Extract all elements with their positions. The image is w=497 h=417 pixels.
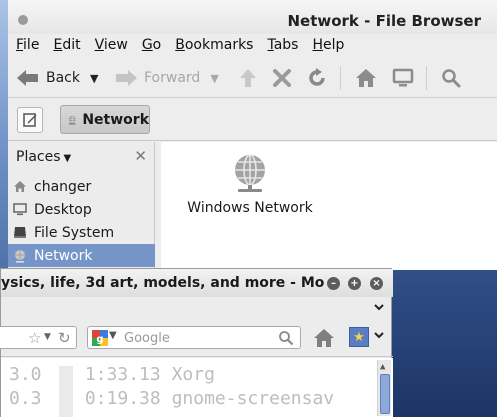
- bookmark-star-icon[interactable]: ☆: [28, 329, 41, 347]
- menubar: File Edit View Go Bookmarks Tabs Help: [8, 34, 497, 56]
- computer-icon[interactable]: [391, 66, 415, 90]
- sidebar-item-home[interactable]: changer: [8, 175, 155, 198]
- search-bar: g ▼: [87, 326, 301, 349]
- breadcrumb-network[interactable]: Network: [60, 105, 150, 134]
- google-icon[interactable]: g: [92, 330, 108, 346]
- file-browser-titlebar[interactable]: Network - File Browser: [8, 0, 497, 34]
- menu-help[interactable]: Help: [312, 37, 344, 53]
- sidebar-item-label: File System: [34, 224, 115, 241]
- menu-edit[interactable]: Edit: [53, 37, 80, 53]
- sidebar-header: Places ▼ ✕: [8, 142, 155, 170]
- navigation-toolbar: ☆ ▼ ↻ g ▼ ★: [0, 319, 393, 357]
- desktop-icon: [12, 202, 28, 218]
- terminal-output: 3.0 1:33.13 Xorg 0.3 0:19.38 gnome-scree…: [1, 358, 393, 417]
- network-icon: [12, 248, 28, 264]
- back-button[interactable]: Back ▼: [16, 66, 98, 90]
- process-row: 3.0 1:33.13 Xorg: [9, 364, 215, 385]
- home-icon: [12, 179, 28, 195]
- pencil-icon: [23, 113, 37, 127]
- places-dropdown[interactable]: Places ▼: [16, 149, 71, 165]
- sidebar: Places ▼ ✕ changer Desktop File System N…: [8, 142, 155, 270]
- sidebar-item-label: Network: [34, 247, 93, 264]
- location-bar: Network: [8, 99, 497, 141]
- toolbar-separator: [426, 66, 427, 90]
- forward-label: Forward: [144, 70, 201, 86]
- browser-window-title: ysics, life, 3d art, models, and more - …: [1, 275, 325, 291]
- edit-location-button[interactable]: [17, 107, 43, 133]
- forward-history-dropdown-icon[interactable]: ▼: [210, 72, 218, 85]
- bookmarks-menu-icon[interactable]: ★: [349, 327, 369, 347]
- minimize-icon[interactable]: –: [327, 277, 340, 290]
- tab-strip: [1, 297, 393, 319]
- back-arrow-icon: [17, 70, 38, 86]
- up-arrow-icon[interactable]: [236, 66, 260, 90]
- back-history-dropdown-icon[interactable]: ▼: [90, 72, 98, 85]
- search-icon[interactable]: [278, 330, 294, 350]
- file-item-label: Windows Network: [187, 200, 313, 216]
- close-icon[interactable]: ✕: [134, 147, 147, 165]
- toolbar: Back ▼ Forward ▼: [8, 58, 497, 98]
- chevron-down-icon: ▼: [63, 153, 72, 164]
- tab-list-chevron-icon[interactable]: [373, 300, 385, 316]
- network-icon: [68, 115, 76, 125]
- menu-file[interactable]: File: [16, 37, 39, 53]
- network-globe-icon: [235, 154, 265, 192]
- menu-tabs[interactable]: Tabs: [267, 37, 298, 53]
- url-dropdown-icon[interactable]: ▼: [44, 332, 51, 342]
- sidebar-item-desktop[interactable]: Desktop: [8, 198, 155, 221]
- process-row: 0.3 0:19.38 gnome-screensav: [9, 388, 335, 409]
- window-title: Network - File Browser: [287, 12, 481, 30]
- toolbar-separator: [340, 66, 341, 90]
- drive-icon: [12, 225, 28, 241]
- browser-titlebar[interactable]: ysics, life, 3d art, models, and more - …: [1, 269, 393, 297]
- window-menu-icon[interactable]: [18, 15, 28, 25]
- file-item-windows-network[interactable]: Windows Network: [185, 152, 315, 216]
- reload-icon[interactable]: ↻: [58, 329, 71, 347]
- back-label: Back: [46, 70, 80, 86]
- breadcrumb-label: Network: [82, 111, 149, 128]
- sidebar-item-label: Desktop: [34, 201, 92, 218]
- maximize-icon[interactable]: +: [348, 277, 361, 290]
- places-list: changer Desktop File System Network: [8, 175, 155, 267]
- browser-window: ysics, life, 3d art, models, and more - …: [0, 268, 393, 417]
- sidebar-item-label: changer: [34, 178, 92, 195]
- sidebar-item-file-system[interactable]: File System: [8, 221, 155, 244]
- search-icon[interactable]: [439, 66, 463, 90]
- file-view: Windows Network: [161, 142, 497, 270]
- close-icon[interactable]: ×: [370, 277, 383, 290]
- home-icon[interactable]: [354, 66, 378, 90]
- menu-bookmarks[interactable]: Bookmarks: [175, 37, 253, 53]
- scrollbar-thumb[interactable]: [380, 374, 390, 414]
- forward-button[interactable]: Forward ▼: [114, 66, 219, 90]
- forward-arrow-icon: [116, 70, 137, 86]
- search-engine-dropdown-icon[interactable]: ▼: [109, 330, 117, 341]
- url-bar[interactable]: ☆ ▼ ↻: [0, 326, 77, 349]
- menu-go[interactable]: Go: [142, 37, 161, 53]
- reload-icon[interactable]: [305, 66, 329, 90]
- svg-text:g: g: [96, 334, 103, 345]
- sidebar-item-network[interactable]: Network: [8, 244, 155, 267]
- bookmarks-dropdown-icon[interactable]: [373, 329, 385, 343]
- home-icon[interactable]: [313, 328, 335, 352]
- scroll-up-icon[interactable]: ▲: [380, 362, 385, 372]
- terminal-scrollbar[interactable]: ▲: [377, 360, 391, 416]
- menu-view[interactable]: View: [95, 37, 128, 53]
- search-input[interactable]: [124, 329, 274, 347]
- stop-icon[interactable]: [270, 66, 294, 90]
- file-browser-window: Network - File Browser File Edit View Go…: [8, 0, 497, 270]
